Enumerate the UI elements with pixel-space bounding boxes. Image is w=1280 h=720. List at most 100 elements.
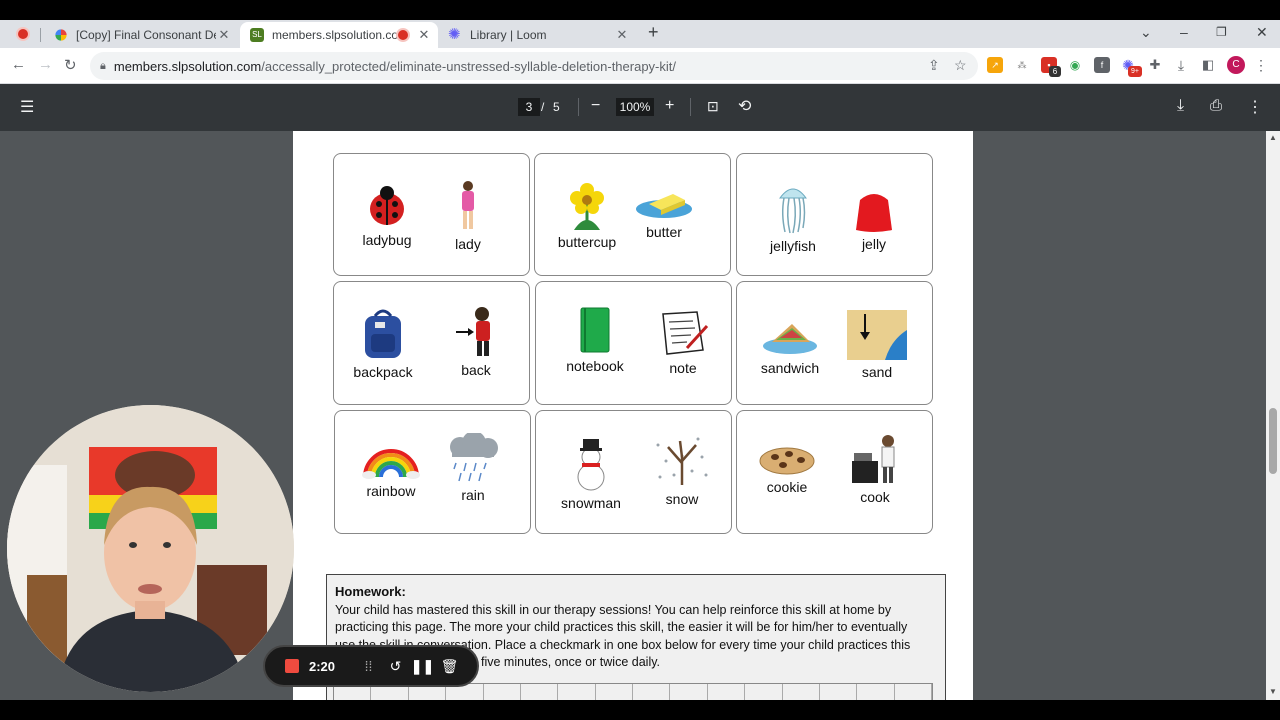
fit-to-page-icon[interactable]: ⊡ <box>707 98 719 115</box>
address-bar[interactable]: 🔒︎ members.slpsolution.com/accessally_pr… <box>90 52 978 80</box>
side-panel-icon[interactable]: ◧ <box>1200 57 1216 73</box>
minimize-button[interactable]: – <box>1180 24 1188 40</box>
print-icon[interactable]: ⎙ <box>1210 97 1222 114</box>
close-window-button[interactable]: ✕ <box>1256 24 1268 41</box>
cook-icon <box>852 435 895 483</box>
tab-title: [Copy] Final Consonant Deletion <box>76 28 216 42</box>
word-label: rain <box>461 487 485 503</box>
restore-button[interactable]: ❐ <box>1216 25 1227 39</box>
sandwich-icon <box>763 324 817 354</box>
lady-icon <box>462 181 474 229</box>
toolbar-divider <box>578 98 579 116</box>
recording-timer: 2:20 <box>309 658 336 674</box>
jelly-icon <box>856 194 892 232</box>
drag-handle-icon[interactable]: ⁞⁞ <box>355 658 382 674</box>
scrollbar-thumb[interactable] <box>1269 408 1277 474</box>
word-label: buttercup <box>557 234 617 250</box>
lock-icon: 🔒︎ <box>100 59 106 72</box>
extension-f-icon[interactable]: f <box>1094 57 1110 73</box>
sand-icon <box>847 310 907 360</box>
word-label: snow <box>665 491 699 507</box>
jellyfish-icon <box>779 188 807 234</box>
loom-recording-controls: 2:20 ⁞⁞ ↺ ❚❚ 🗑︎ <box>263 645 479 687</box>
webcam-bubble[interactable] <box>7 405 294 692</box>
download-pdf-icon[interactable]: ⤓ <box>1177 97 1184 115</box>
pause-recording-icon[interactable]: ❚❚ <box>409 658 436 675</box>
word-label: cookie <box>766 479 808 495</box>
extension-badge: 6 <box>1049 66 1061 77</box>
zoom-out-icon[interactable]: − <box>591 97 600 115</box>
tab-search-icon[interactable]: ⌄ <box>1140 24 1152 41</box>
word-pair-card: ladybug lady <box>333 153 530 276</box>
word-label: sandwich <box>760 360 820 376</box>
picture-back: back <box>448 306 504 378</box>
close-tab-icon[interactable]: ✕ <box>614 27 630 43</box>
profile-avatar[interactable]: C <box>1227 56 1245 74</box>
close-tab-icon[interactable]: ✕ <box>216 27 232 43</box>
vertical-scrollbar[interactable]: ▲ ▼ <box>1266 131 1280 700</box>
picture-lady: lady <box>444 180 492 252</box>
toolbar-divider <box>690 98 691 116</box>
puzzle-extensions-icon[interactable]: ✚ <box>1147 57 1163 73</box>
homework-text: Your child has mastered this skill in ou… <box>335 602 892 617</box>
ladybug-icon <box>370 186 404 225</box>
back-arrow-icon[interactable]: ← <box>11 56 26 73</box>
close-tab-icon[interactable]: ✕ <box>416 27 432 43</box>
word-label: back <box>461 362 491 378</box>
word-pair-card: buttercup butter <box>534 153 731 276</box>
tab-divider <box>40 28 41 42</box>
pdf-more-options-icon[interactable]: ⋮ <box>1247 97 1263 117</box>
homework-heading: Homework: <box>335 584 406 599</box>
bookmark-star-icon[interactable]: ☆ <box>954 57 967 74</box>
tab-loom-library[interactable]: ✺ Library | Loom ✕ <box>438 22 636 48</box>
word-label: cook <box>860 489 890 505</box>
zoom-in-icon[interactable]: + <box>665 97 674 115</box>
loom-logo-icon: ✺ <box>448 26 461 43</box>
recording-indicator-icon <box>398 30 408 40</box>
recording-indicator-icon <box>18 29 28 39</box>
picture-snowman: snowman <box>554 435 628 511</box>
restart-recording-icon[interactable]: ↺ <box>382 658 409 675</box>
tab-slpsolution[interactable]: SL members.slpsolution.com/a ✕ <box>240 22 438 48</box>
tab-final-consonant[interactable]: [Copy] Final Consonant Deletion ✕ <box>44 22 238 48</box>
scroll-up-icon[interactable]: ▲ <box>1269 133 1277 142</box>
tab-title: Library | Loom <box>470 28 547 42</box>
flower-icon <box>570 183 604 230</box>
letterbox-bar <box>0 700 1280 720</box>
scroll-down-icon[interactable]: ▼ <box>1269 687 1277 696</box>
share-icon[interactable]: ⇪ <box>928 57 940 74</box>
word-pair-card: rainbow rain <box>334 410 531 534</box>
zoom-level-input[interactable]: 100% <box>616 98 654 116</box>
word-label: note <box>669 360 697 376</box>
reload-icon[interactable]: ↻ <box>64 56 77 74</box>
word-label: butter <box>646 224 682 240</box>
picture-notebook: notebook <box>562 306 628 374</box>
word-pair-card: jellyfish jelly <box>736 153 933 276</box>
word-label: rainbow <box>366 483 416 499</box>
download-icon[interactable]: ⤓ <box>1173 57 1189 73</box>
extension-chart-icon[interactable]: ↗ <box>987 57 1003 73</box>
word-label: ladybug <box>362 232 412 248</box>
browser-menu-icon[interactable]: ⋮ <box>1253 57 1269 73</box>
delete-recording-icon[interactable]: 🗑︎ <box>436 658 463 675</box>
picture-buttercup: buttercup <box>551 182 623 250</box>
rotate-icon[interactable]: ⟲ <box>738 96 751 116</box>
word-label: snowman <box>561 495 621 511</box>
stop-recording-button[interactable] <box>285 659 299 673</box>
picture-ladybug: ladybug <box>354 182 420 248</box>
word-label: sand <box>861 364 893 380</box>
snow-icon <box>656 437 708 485</box>
url-path: /accessally_protected/eliminate-unstress… <box>261 58 676 74</box>
hamburger-menu-icon[interactable]: ☰ <box>20 97 34 117</box>
tab-favicon-icon: SL <box>250 28 264 42</box>
page-number-input[interactable]: 3 <box>518 98 540 116</box>
word-label: backpack <box>353 364 413 380</box>
extension-eye-icon[interactable]: ◉ <box>1067 57 1083 73</box>
new-tab-button[interactable]: + <box>648 22 659 43</box>
extension-tune-icon[interactable]: ⁂ <box>1014 57 1030 73</box>
word-label: jellyfish <box>770 238 816 254</box>
forward-arrow-icon[interactable]: → <box>38 56 53 73</box>
total-pages: 5 <box>553 100 560 114</box>
notebook-icon <box>580 307 610 353</box>
picture-cookie: cookie <box>757 445 817 495</box>
